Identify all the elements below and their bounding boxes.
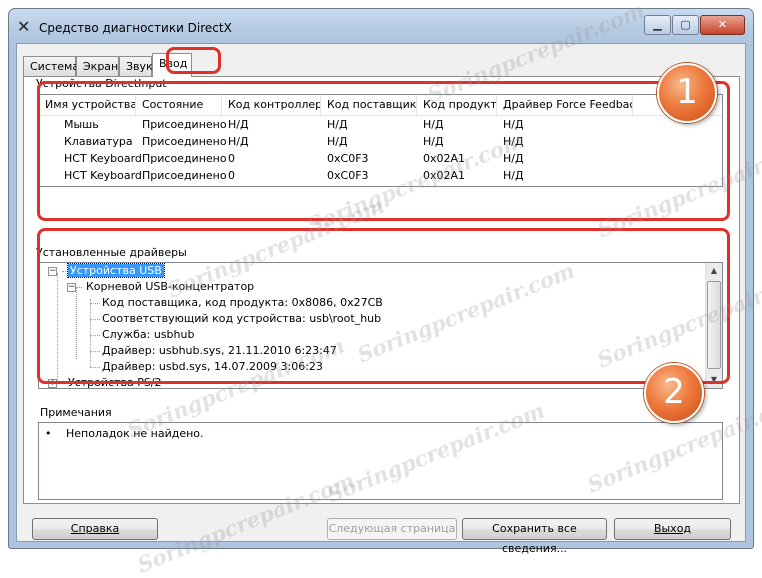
save-all-button[interactable]: Сохранить все сведения...	[462, 518, 607, 555]
bullet-icon: •	[45, 427, 52, 440]
help-button[interactable]: Справка	[32, 518, 158, 540]
exit-button-label: Выход	[653, 522, 692, 535]
exit-button[interactable]: Выход	[614, 518, 731, 540]
notes-group-label: Примечания	[38, 406, 114, 419]
title-bar[interactable]: ✕ Средство диагностики DirectX ▁ ▢ ✕	[9, 9, 753, 43]
maximize-button[interactable]: ▢	[672, 15, 699, 35]
minimize-button[interactable]: ▁	[644, 15, 671, 35]
notes-box[interactable]: • Неполадок не найдено.	[38, 422, 723, 500]
callout-badge-2: 2	[644, 363, 704, 423]
callout-box-1	[37, 81, 730, 221]
tab-display[interactable]: Экран	[76, 56, 119, 76]
next-page-button[interactable]: Следующая страница	[327, 518, 457, 540]
close-button[interactable]: ✕	[700, 15, 745, 35]
notes-item: Неполадок не найдено.	[66, 427, 204, 440]
callout-badge-1: 1	[657, 63, 717, 123]
tab-system[interactable]: Система	[23, 56, 79, 76]
tab-sound[interactable]: Звук	[119, 56, 153, 76]
callout-tab-highlight	[166, 47, 221, 74]
window-title: Средство диагностики DirectX	[39, 21, 232, 35]
directx-icon: ✕	[17, 17, 31, 36]
help-button-label: Справка	[70, 522, 120, 535]
callout-box-2	[37, 228, 730, 384]
